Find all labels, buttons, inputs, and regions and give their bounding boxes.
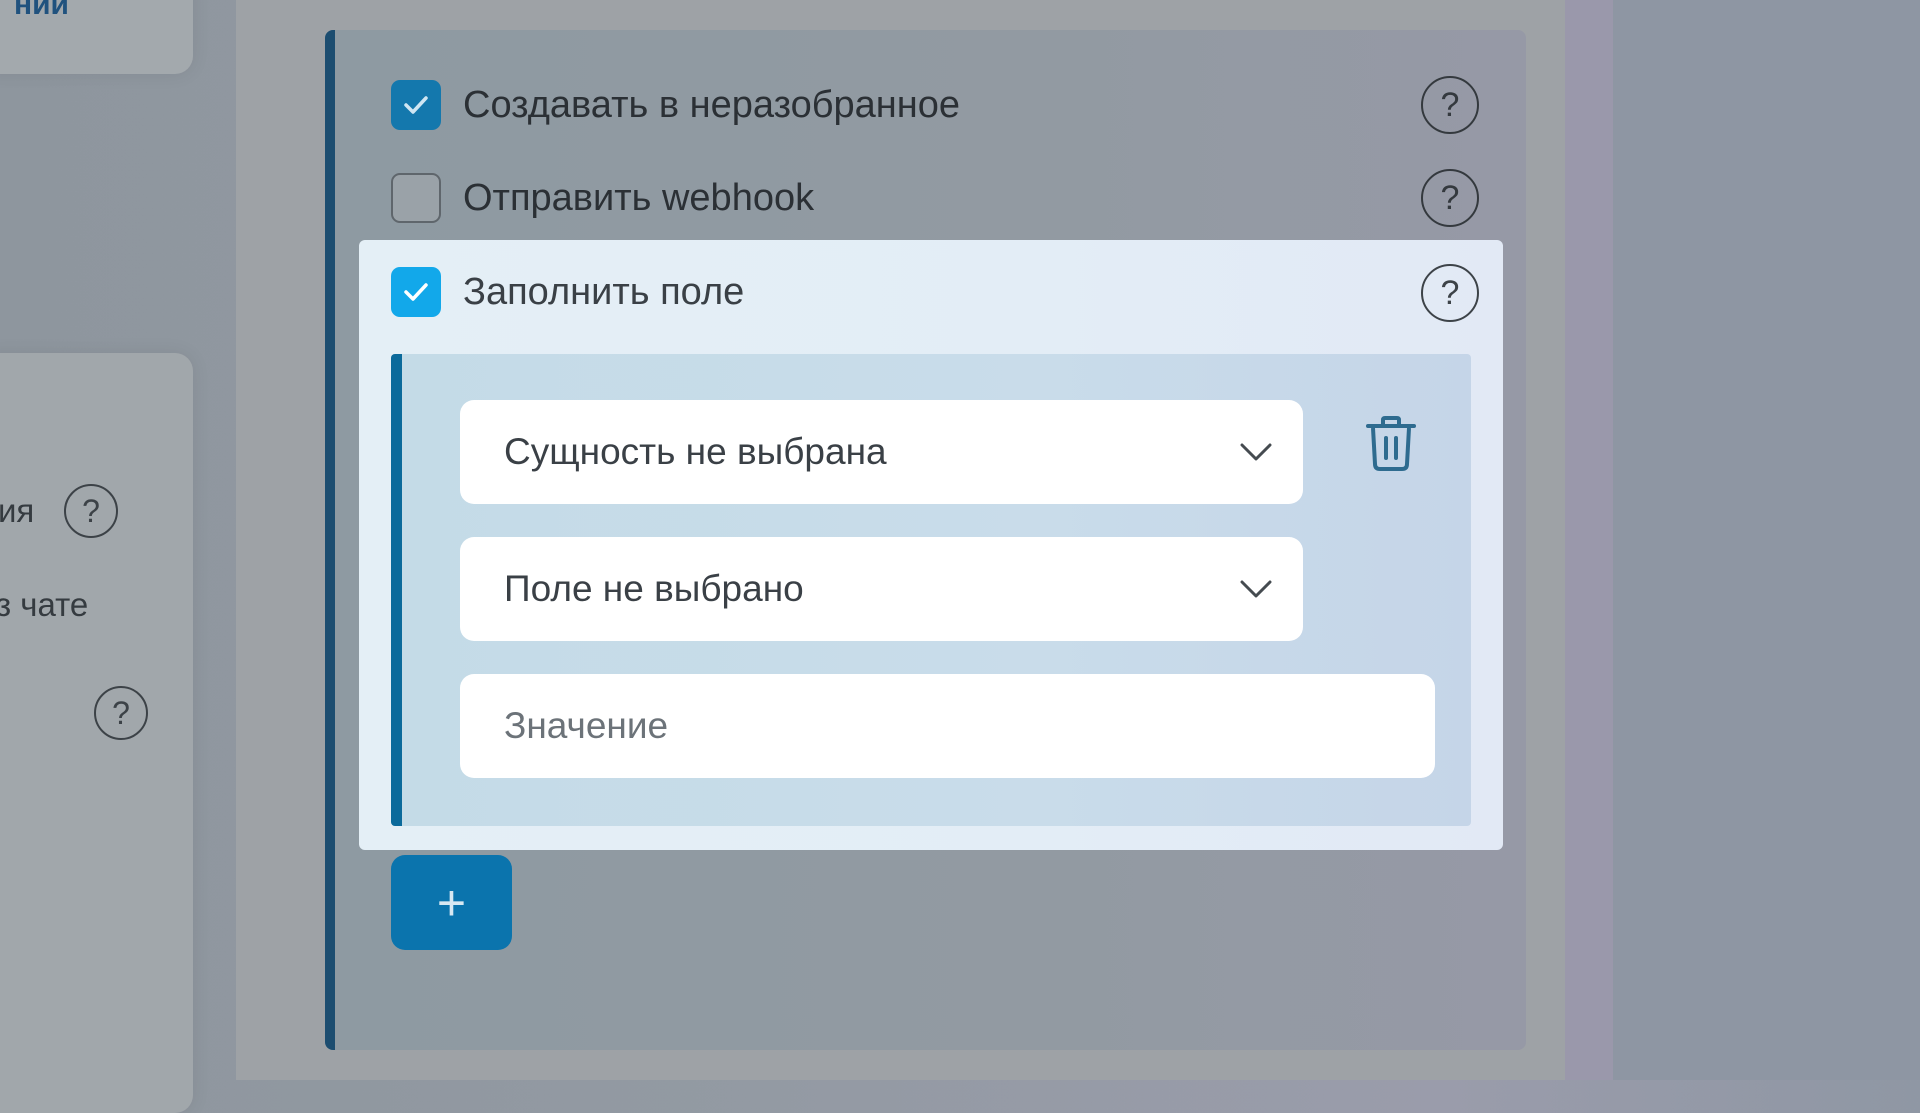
option-label: Создавать в неразобранное xyxy=(463,83,960,126)
chevron-down-icon xyxy=(1240,580,1272,598)
help-icon[interactable]: ? xyxy=(1421,76,1479,134)
option-label: Заполнить поле xyxy=(463,270,745,313)
help-icon[interactable]: ? xyxy=(1421,169,1479,227)
help-icon[interactable]: ? xyxy=(94,686,148,740)
entity-select[interactable]: Сущность не выбрана xyxy=(460,400,1303,504)
checkbox-unchecked[interactable] xyxy=(391,173,441,223)
checkbox-checked[interactable] xyxy=(391,267,441,317)
value-input-placeholder: Значение xyxy=(504,705,669,746)
checkbox-checked[interactable] xyxy=(391,80,441,130)
option-fill-field[interactable]: Заполнить поле xyxy=(391,267,744,317)
trash-icon[interactable] xyxy=(1365,416,1417,472)
sub-accent-bar xyxy=(391,354,402,826)
value-input[interactable]: Значение xyxy=(460,674,1435,778)
left-setting-label-1: ия xyxy=(0,492,35,529)
fill-field-block: Заполнить поле ? Сущность не выбрана Пол… xyxy=(359,240,1503,850)
fill-field-settings: Сущность не выбрана Поле не выбрано Знач… xyxy=(391,354,1471,826)
panel-accent-bar xyxy=(325,30,335,1050)
check-icon xyxy=(404,283,428,301)
field-select-value: Поле не выбрано xyxy=(504,568,804,609)
column-edge xyxy=(1565,0,1613,1080)
option-label: Отправить webhook xyxy=(463,176,815,219)
help-icon[interactable]: ? xyxy=(64,484,118,538)
check-icon xyxy=(404,96,428,114)
left-setting-label-2: з чате xyxy=(0,586,89,623)
field-select[interactable]: Поле не выбрано xyxy=(460,537,1303,641)
add-action-button[interactable]: + xyxy=(391,855,512,950)
left-card-title: ний xyxy=(13,0,69,21)
plus-icon: + xyxy=(436,874,467,931)
option-send-webhook[interactable]: Отправить webhook xyxy=(391,173,814,223)
entity-select-value: Сущность не выбрана xyxy=(504,431,887,472)
left-card-settings xyxy=(0,353,193,1113)
right-area xyxy=(1613,0,1920,1080)
left-card-top: ний xyxy=(0,0,193,74)
option-create-unsorted[interactable]: Создавать в неразобранное xyxy=(391,80,960,130)
chevron-down-icon xyxy=(1240,443,1272,461)
help-icon[interactable]: ? xyxy=(1421,264,1479,322)
